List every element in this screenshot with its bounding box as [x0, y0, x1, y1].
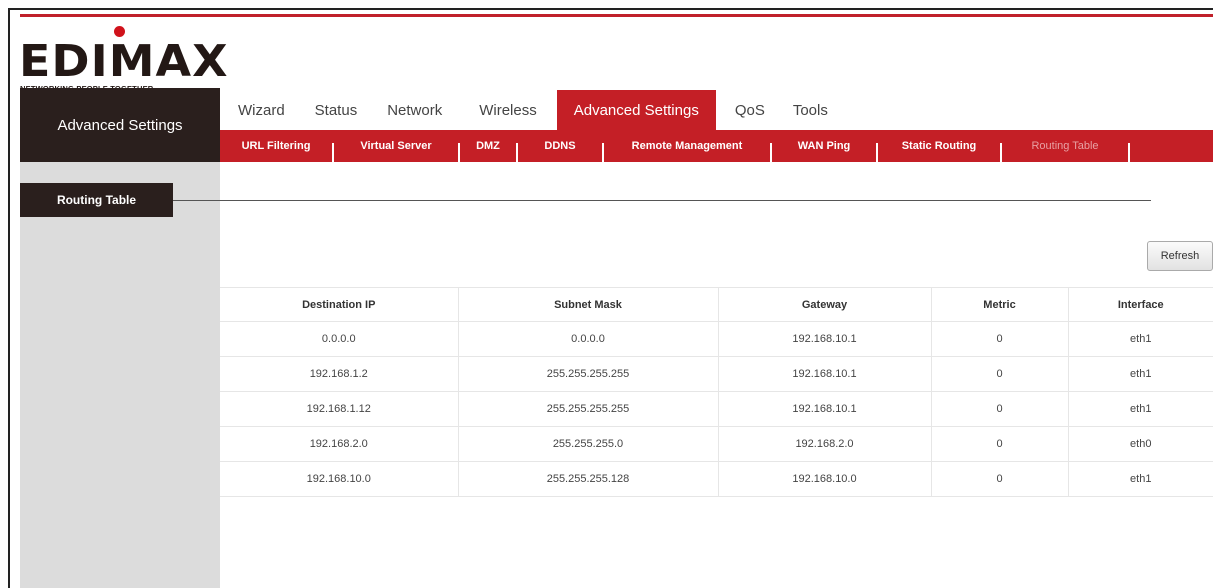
table-header-row: Destination IP Subnet Mask Gateway Metri…	[220, 287, 1213, 322]
cell-interface: eth1	[1068, 356, 1213, 392]
cell-interface: eth1	[1068, 321, 1213, 357]
cell-subnet-mask: 255.255.255.0	[458, 426, 719, 462]
subtab-static-routing[interactable]: Static Routing	[878, 130, 1000, 162]
tab-qos[interactable]: QoS	[735, 90, 765, 130]
cell-subnet-mask: 0.0.0.0	[458, 321, 719, 357]
sidebar-header: Advanced Settings	[20, 88, 220, 162]
cell-gateway: 192.168.10.1	[718, 356, 932, 392]
subtab-url-filtering[interactable]: URL Filtering	[220, 130, 332, 162]
cell-destination-ip: 192.168.1.2	[220, 356, 459, 392]
column-header-metric: Metric	[931, 287, 1069, 322]
logo-wordmark: EDIMAX	[19, 35, 229, 87]
cell-metric: 0	[931, 321, 1069, 357]
tab-status[interactable]: Status	[315, 90, 358, 130]
cell-subnet-mask: 255.255.255.255	[458, 356, 719, 392]
subtab-wan-ping[interactable]: WAN Ping	[772, 130, 876, 162]
cell-destination-ip: 0.0.0.0	[220, 321, 459, 357]
cell-interface: eth0	[1068, 426, 1213, 462]
cell-subnet-mask: 255.255.255.255	[458, 391, 719, 427]
subtab-routing-table[interactable]: Routing Table	[1002, 130, 1128, 162]
refresh-button[interactable]: Refresh	[1147, 241, 1213, 271]
routing-table: Destination IP Subnet Mask Gateway Metri…	[220, 287, 1213, 497]
top-accent-line	[20, 14, 1213, 17]
cell-gateway: 192.168.10.1	[718, 321, 932, 357]
sidebar	[20, 88, 220, 588]
logo-dot	[114, 26, 125, 37]
cell-metric: 0	[931, 426, 1069, 462]
cell-gateway: 192.168.10.0	[718, 461, 932, 497]
column-header-subnet-mask: Subnet Mask	[458, 287, 719, 322]
subtab-dmz[interactable]: DMZ	[460, 130, 516, 162]
cell-gateway: 192.168.10.1	[718, 391, 932, 427]
subnav-separator	[1128, 143, 1130, 162]
cell-interface: eth1	[1068, 391, 1213, 427]
subtab-remote-management[interactable]: Remote Management	[604, 130, 770, 162]
column-header-destination-ip: Destination IP	[220, 287, 459, 322]
tab-tools[interactable]: Tools	[793, 90, 828, 130]
table-row: 192.168.10.0 255.255.255.128 192.168.10.…	[220, 461, 1213, 497]
tab-wizard[interactable]: Wizard	[238, 90, 285, 130]
table-row: 192.168.1.2 255.255.255.255 192.168.10.1…	[220, 356, 1213, 392]
subtab-ddns[interactable]: DDNS	[518, 130, 602, 162]
cell-destination-ip: 192.168.2.0	[220, 426, 459, 462]
edimax-logo: EDIMAX NETWORKING PEOPLE TOGETHER	[19, 26, 229, 96]
main-nav: Wizard Status Network Wireless Advanced …	[220, 90, 828, 130]
section-divider	[173, 200, 1151, 201]
tab-advanced-settings[interactable]: Advanced Settings	[556, 90, 716, 130]
table-row: 192.168.2.0 255.255.255.0 192.168.2.0 0 …	[220, 426, 1213, 462]
cell-metric: 0	[931, 356, 1069, 392]
cell-destination-ip: 192.168.1.12	[220, 391, 459, 427]
subtab-virtual-server[interactable]: Virtual Server	[334, 130, 458, 162]
cell-subnet-mask: 255.255.255.128	[458, 461, 719, 497]
sub-nav: URL Filtering Virtual Server DMZ DDNS Re…	[220, 130, 1213, 162]
tab-network[interactable]: Network	[387, 90, 442, 130]
cell-metric: 0	[931, 391, 1069, 427]
column-header-interface: Interface	[1068, 287, 1213, 322]
tab-wireless[interactable]: Wireless	[479, 90, 537, 130]
cell-metric: 0	[931, 461, 1069, 497]
cell-destination-ip: 192.168.10.0	[220, 461, 459, 497]
cell-gateway: 192.168.2.0	[718, 426, 932, 462]
table-row: 192.168.1.12 255.255.255.255 192.168.10.…	[220, 391, 1213, 427]
sidebar-item-routing-table[interactable]: Routing Table	[20, 183, 173, 217]
cell-interface: eth1	[1068, 461, 1213, 497]
table-row: 0.0.0.0 0.0.0.0 192.168.10.1 0 eth1	[220, 321, 1213, 357]
column-header-gateway: Gateway	[718, 287, 932, 322]
